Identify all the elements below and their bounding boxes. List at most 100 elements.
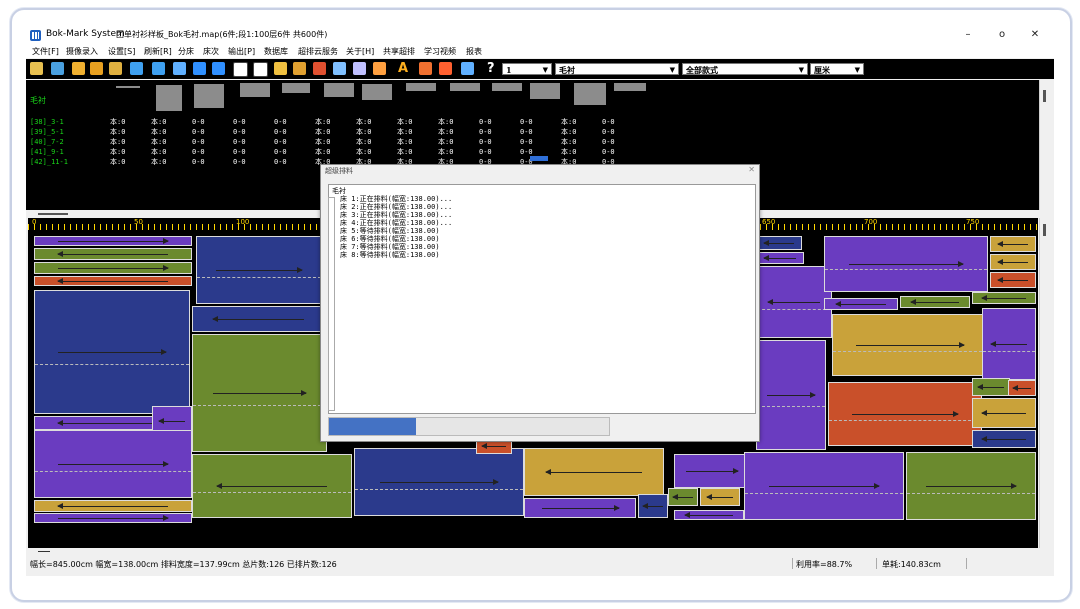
menu-item[interactable]: 摄像录入: [66, 46, 98, 57]
layers-icon[interactable]: [274, 62, 287, 75]
export-icon[interactable]: [313, 62, 326, 75]
material-select[interactable]: 毛衬 ▼: [555, 63, 679, 75]
pattern-piece[interactable]: [756, 266, 832, 338]
pattern-piece[interactable]: [972, 430, 1036, 448]
pattern-piece[interactable]: [34, 276, 192, 286]
piece-thumbnail[interactable]: [156, 85, 182, 111]
menu-item[interactable]: 学习视频: [424, 46, 456, 57]
pattern-piece[interactable]: [990, 236, 1036, 252]
piece-thumbnail[interactable]: [324, 83, 354, 97]
pattern-piece[interactable]: [828, 382, 982, 446]
pattern-piece[interactable]: [900, 296, 970, 308]
select-icon[interactable]: [233, 62, 248, 77]
pattern-piece[interactable]: [34, 430, 192, 498]
open-icon[interactable]: [51, 62, 64, 75]
pattern-piece[interactable]: [972, 378, 1010, 396]
pattern-piece[interactable]: [524, 448, 664, 496]
piece-thumbnail[interactable]: [282, 83, 310, 93]
pattern-piece[interactable]: [34, 236, 192, 246]
bed-select[interactable]: 1 ▼: [502, 63, 552, 75]
piece-thumbnail[interactable]: [194, 84, 224, 108]
undo-icon[interactable]: [130, 62, 143, 75]
pattern-piece[interactable]: [990, 254, 1036, 270]
folder-icon[interactable]: [72, 62, 85, 75]
gear-icon[interactable]: [253, 62, 268, 77]
move-v-icon[interactable]: [193, 62, 206, 75]
palette-icon[interactable]: [419, 62, 432, 75]
piece-thumbnail[interactable]: [530, 83, 560, 99]
pattern-piece[interactable]: [34, 248, 192, 260]
pattern-piece[interactable]: [192, 306, 324, 332]
pattern-piece[interactable]: [744, 452, 904, 520]
menu-item[interactable]: 文件[F]: [32, 46, 59, 57]
pattern-piece[interactable]: [906, 452, 1036, 520]
menu-item[interactable]: 分床: [178, 46, 194, 57]
pattern-piece[interactable]: [354, 448, 524, 516]
sml-icon[interactable]: [439, 62, 452, 75]
redo-icon[interactable]: [152, 62, 165, 75]
minimize-button[interactable]: –: [958, 28, 978, 42]
pattern-piece[interactable]: [192, 454, 352, 518]
piece-thumbnail[interactable]: [614, 83, 646, 91]
menu-item[interactable]: 关于[H]: [346, 46, 374, 57]
table-icon[interactable]: [293, 62, 306, 75]
pattern-piece[interactable]: [34, 500, 192, 512]
pattern-piece[interactable]: [700, 488, 740, 506]
pattern-piece[interactable]: [34, 262, 192, 274]
maximize-button[interactable]: o: [992, 28, 1012, 42]
piece-thumbnail[interactable]: [574, 83, 606, 105]
piece-row[interactable]: [41]_9-1 本:0 本:0 0-0 0-0 0-0 本:0 本:0 本:0 本:0 0-0 0-…: [30, 147, 643, 157]
pattern-piece[interactable]: [192, 334, 327, 452]
pattern-piece[interactable]: [824, 236, 988, 292]
rotate-icon[interactable]: [373, 62, 386, 75]
pattern-piece[interactable]: [972, 398, 1036, 428]
pattern-piece[interactable]: [524, 498, 636, 518]
globe-icon[interactable]: [461, 62, 474, 75]
pattern-piece[interactable]: [832, 314, 988, 376]
menu-item[interactable]: 床次: [203, 46, 219, 57]
piece-thumbnail[interactable]: [450, 83, 480, 91]
close-button[interactable]: ✕: [1025, 28, 1045, 42]
dialog-close-button[interactable]: ✕: [748, 165, 755, 174]
unit-select[interactable]: 厘米 ▼: [810, 63, 864, 75]
menu-item[interactable]: 数据库: [264, 46, 288, 57]
pattern-piece[interactable]: [824, 298, 898, 310]
menu-item[interactable]: 超排云服务: [298, 46, 338, 57]
piece-row[interactable]: [39]_5-1 本:0 本:0 0-0 0-0 0-0 本:0 本:0 本:0 本:0 0-0 0-…: [30, 127, 643, 137]
pattern-piece[interactable]: [990, 272, 1036, 288]
piece-thumbnail[interactable]: [116, 86, 140, 88]
piece-thumbnail[interactable]: [362, 84, 392, 100]
menu-item[interactable]: 刷新[R]: [144, 46, 172, 57]
bottom-handle[interactable]: [38, 551, 50, 552]
pattern-piece[interactable]: [638, 494, 668, 518]
pattern-piece[interactable]: [1008, 380, 1036, 396]
scrollbar-thumb[interactable]: [1043, 224, 1046, 236]
marker-scrollbar[interactable]: [1039, 218, 1050, 548]
pattern-piece[interactable]: [982, 308, 1036, 380]
flag-icon[interactable]: [109, 62, 122, 75]
pieces-scrollbar[interactable]: [1039, 80, 1050, 210]
eraser-icon[interactable]: [353, 62, 366, 75]
pattern-piece[interactable]: [34, 513, 192, 523]
pattern-piece[interactable]: [674, 510, 744, 520]
pattern-piece[interactable]: [34, 290, 190, 414]
settings-icon[interactable]: [333, 62, 346, 75]
log-scrollbar[interactable]: [328, 197, 335, 411]
pattern-piece[interactable]: [972, 292, 1036, 304]
pattern-piece[interactable]: [756, 252, 804, 264]
scrollbar-thumb[interactable]: [1043, 90, 1046, 102]
piece-thumbnail[interactable]: [240, 83, 270, 97]
splitter-handle[interactable]: [38, 213, 68, 215]
piece-row[interactable]: [38]_3-1 本:0 本:0 0-0 0-0 0-0 本:0 本:0 本:0 本:0 0-0 0-…: [30, 117, 643, 127]
pattern-piece[interactable]: [674, 454, 750, 488]
piece-thumbnail[interactable]: [406, 83, 436, 91]
pattern-piece[interactable]: [668, 488, 698, 506]
pattern-piece[interactable]: [756, 340, 826, 450]
pattern-piece[interactable]: [756, 236, 802, 250]
help-icon[interactable]: ?: [487, 61, 495, 76]
zoom-icon[interactable]: [173, 62, 186, 75]
piece-thumbnail[interactable]: [492, 83, 522, 91]
style-select[interactable]: 全部款式 ▼: [682, 63, 808, 75]
menu-item[interactable]: 共享超排: [383, 46, 415, 57]
menu-item[interactable]: 设置[S]: [108, 46, 135, 57]
